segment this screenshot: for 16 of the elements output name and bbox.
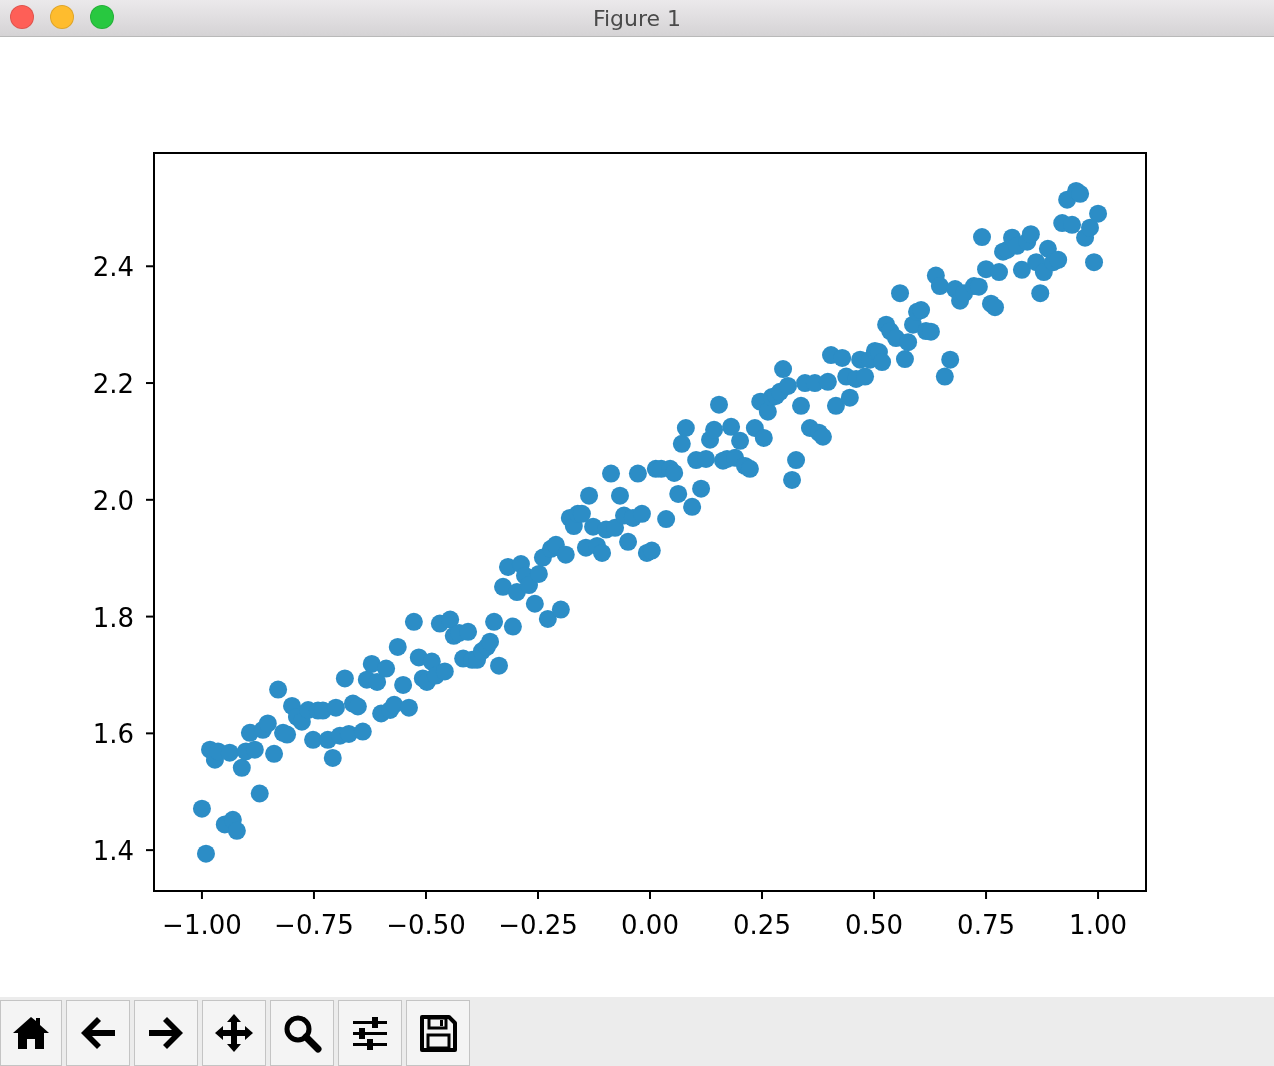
tick-label: −1.00	[162, 910, 242, 940]
tick-label: 2.2	[92, 369, 134, 400]
tick-label: 2.0	[92, 485, 134, 516]
tick-label: 1.6	[92, 719, 134, 750]
tick-label: 0.25	[733, 910, 791, 940]
window-title: Figure 1	[592, 5, 682, 31]
tick-label: 0.75	[957, 910, 1015, 940]
tick-label: 1.00	[1069, 910, 1127, 940]
tick-label: −0.75	[274, 910, 354, 940]
tick-label: 1.8	[92, 602, 134, 633]
tick-label: 2.4	[92, 252, 134, 283]
tick-label: 0.00	[621, 910, 679, 940]
tick-label: −0.25	[498, 910, 578, 940]
tick-label: −0.50	[386, 910, 466, 940]
tick-label: 0.50	[845, 910, 903, 940]
tick-label: 1.4	[92, 836, 134, 867]
